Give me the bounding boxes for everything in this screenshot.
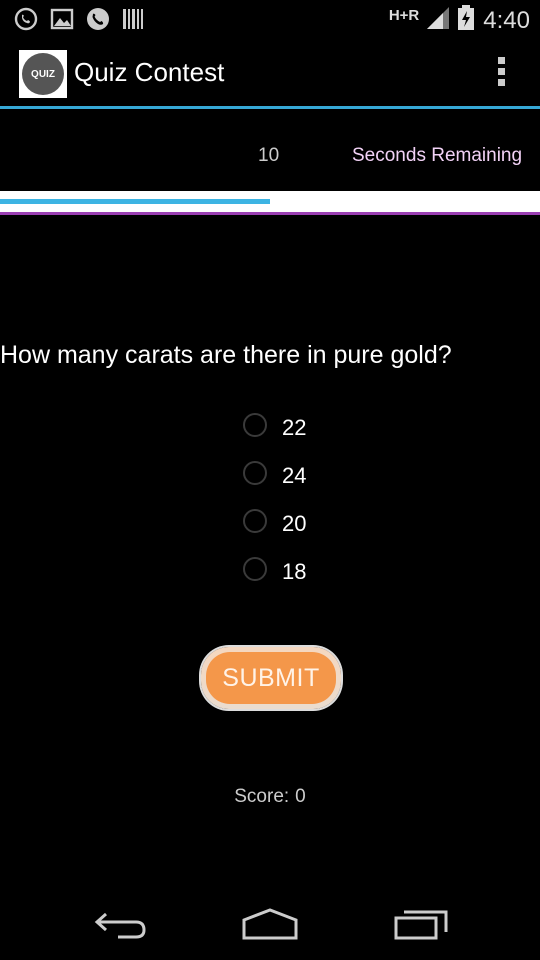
network-type: H+R bbox=[388, 7, 420, 24]
option-label: 20 bbox=[282, 511, 307, 536]
status-bar: H+R 4:40 bbox=[0, 0, 540, 38]
option-label: 22 bbox=[282, 415, 307, 440]
app-icon-text: QUIZ bbox=[31, 68, 55, 80]
radio-button[interactable] bbox=[243, 557, 267, 581]
signal-icon bbox=[425, 5, 451, 36]
recents-icon[interactable] bbox=[392, 906, 452, 947]
score-label: Score: bbox=[234, 786, 290, 807]
option-3[interactable]: 20 bbox=[243, 506, 363, 554]
quiz-logo-icon: QUIZ bbox=[22, 53, 64, 95]
battery-icon bbox=[457, 5, 475, 36]
notification-icons bbox=[14, 7, 144, 31]
score-value: 0 bbox=[295, 786, 306, 807]
progress-underline bbox=[0, 212, 540, 215]
timer-row: 10 Seconds Remaining bbox=[0, 109, 540, 191]
home-icon[interactable] bbox=[240, 906, 300, 947]
submit-button-face[interactable]: SUBMIT bbox=[206, 652, 336, 704]
option-1[interactable]: 22 bbox=[243, 410, 363, 458]
back-icon[interactable] bbox=[92, 906, 148, 947]
submit-button[interactable]: SUBMIT bbox=[201, 647, 341, 709]
radio-button[interactable] bbox=[243, 413, 267, 437]
timer-progress-bar bbox=[0, 191, 540, 212]
action-bar: QUIZ Quiz Contest bbox=[0, 38, 540, 106]
option-label: 18 bbox=[282, 559, 307, 584]
phone-icon bbox=[86, 7, 110, 31]
gallery-icon bbox=[50, 7, 74, 31]
navigation-bar bbox=[0, 886, 540, 960]
timer-value: 10 bbox=[258, 145, 280, 166]
timer-label: Seconds Remaining bbox=[352, 145, 523, 166]
option-label: 24 bbox=[282, 463, 307, 488]
option-4[interactable]: 18 bbox=[243, 554, 363, 602]
radio-button[interactable] bbox=[243, 461, 267, 485]
app-icon[interactable]: QUIZ bbox=[19, 50, 67, 98]
submit-label: SUBMIT bbox=[222, 663, 320, 692]
clock: 4:40 bbox=[483, 6, 530, 34]
option-2[interactable]: 24 bbox=[243, 458, 363, 506]
overflow-menu-icon[interactable] bbox=[496, 57, 506, 91]
radio-button[interactable] bbox=[243, 509, 267, 533]
app-title: Quiz Contest bbox=[74, 57, 225, 87]
question-text: How many carats are there in pure gold? bbox=[0, 341, 452, 369]
barcode-icon bbox=[122, 7, 144, 31]
system-indicators: H+R 4:40 bbox=[389, 5, 530, 36]
answer-options: 22 24 20 18 bbox=[243, 410, 363, 602]
score-display: Score: 0 bbox=[0, 786, 540, 808]
progress-fill bbox=[0, 199, 270, 204]
whatsapp-icon bbox=[14, 7, 38, 31]
